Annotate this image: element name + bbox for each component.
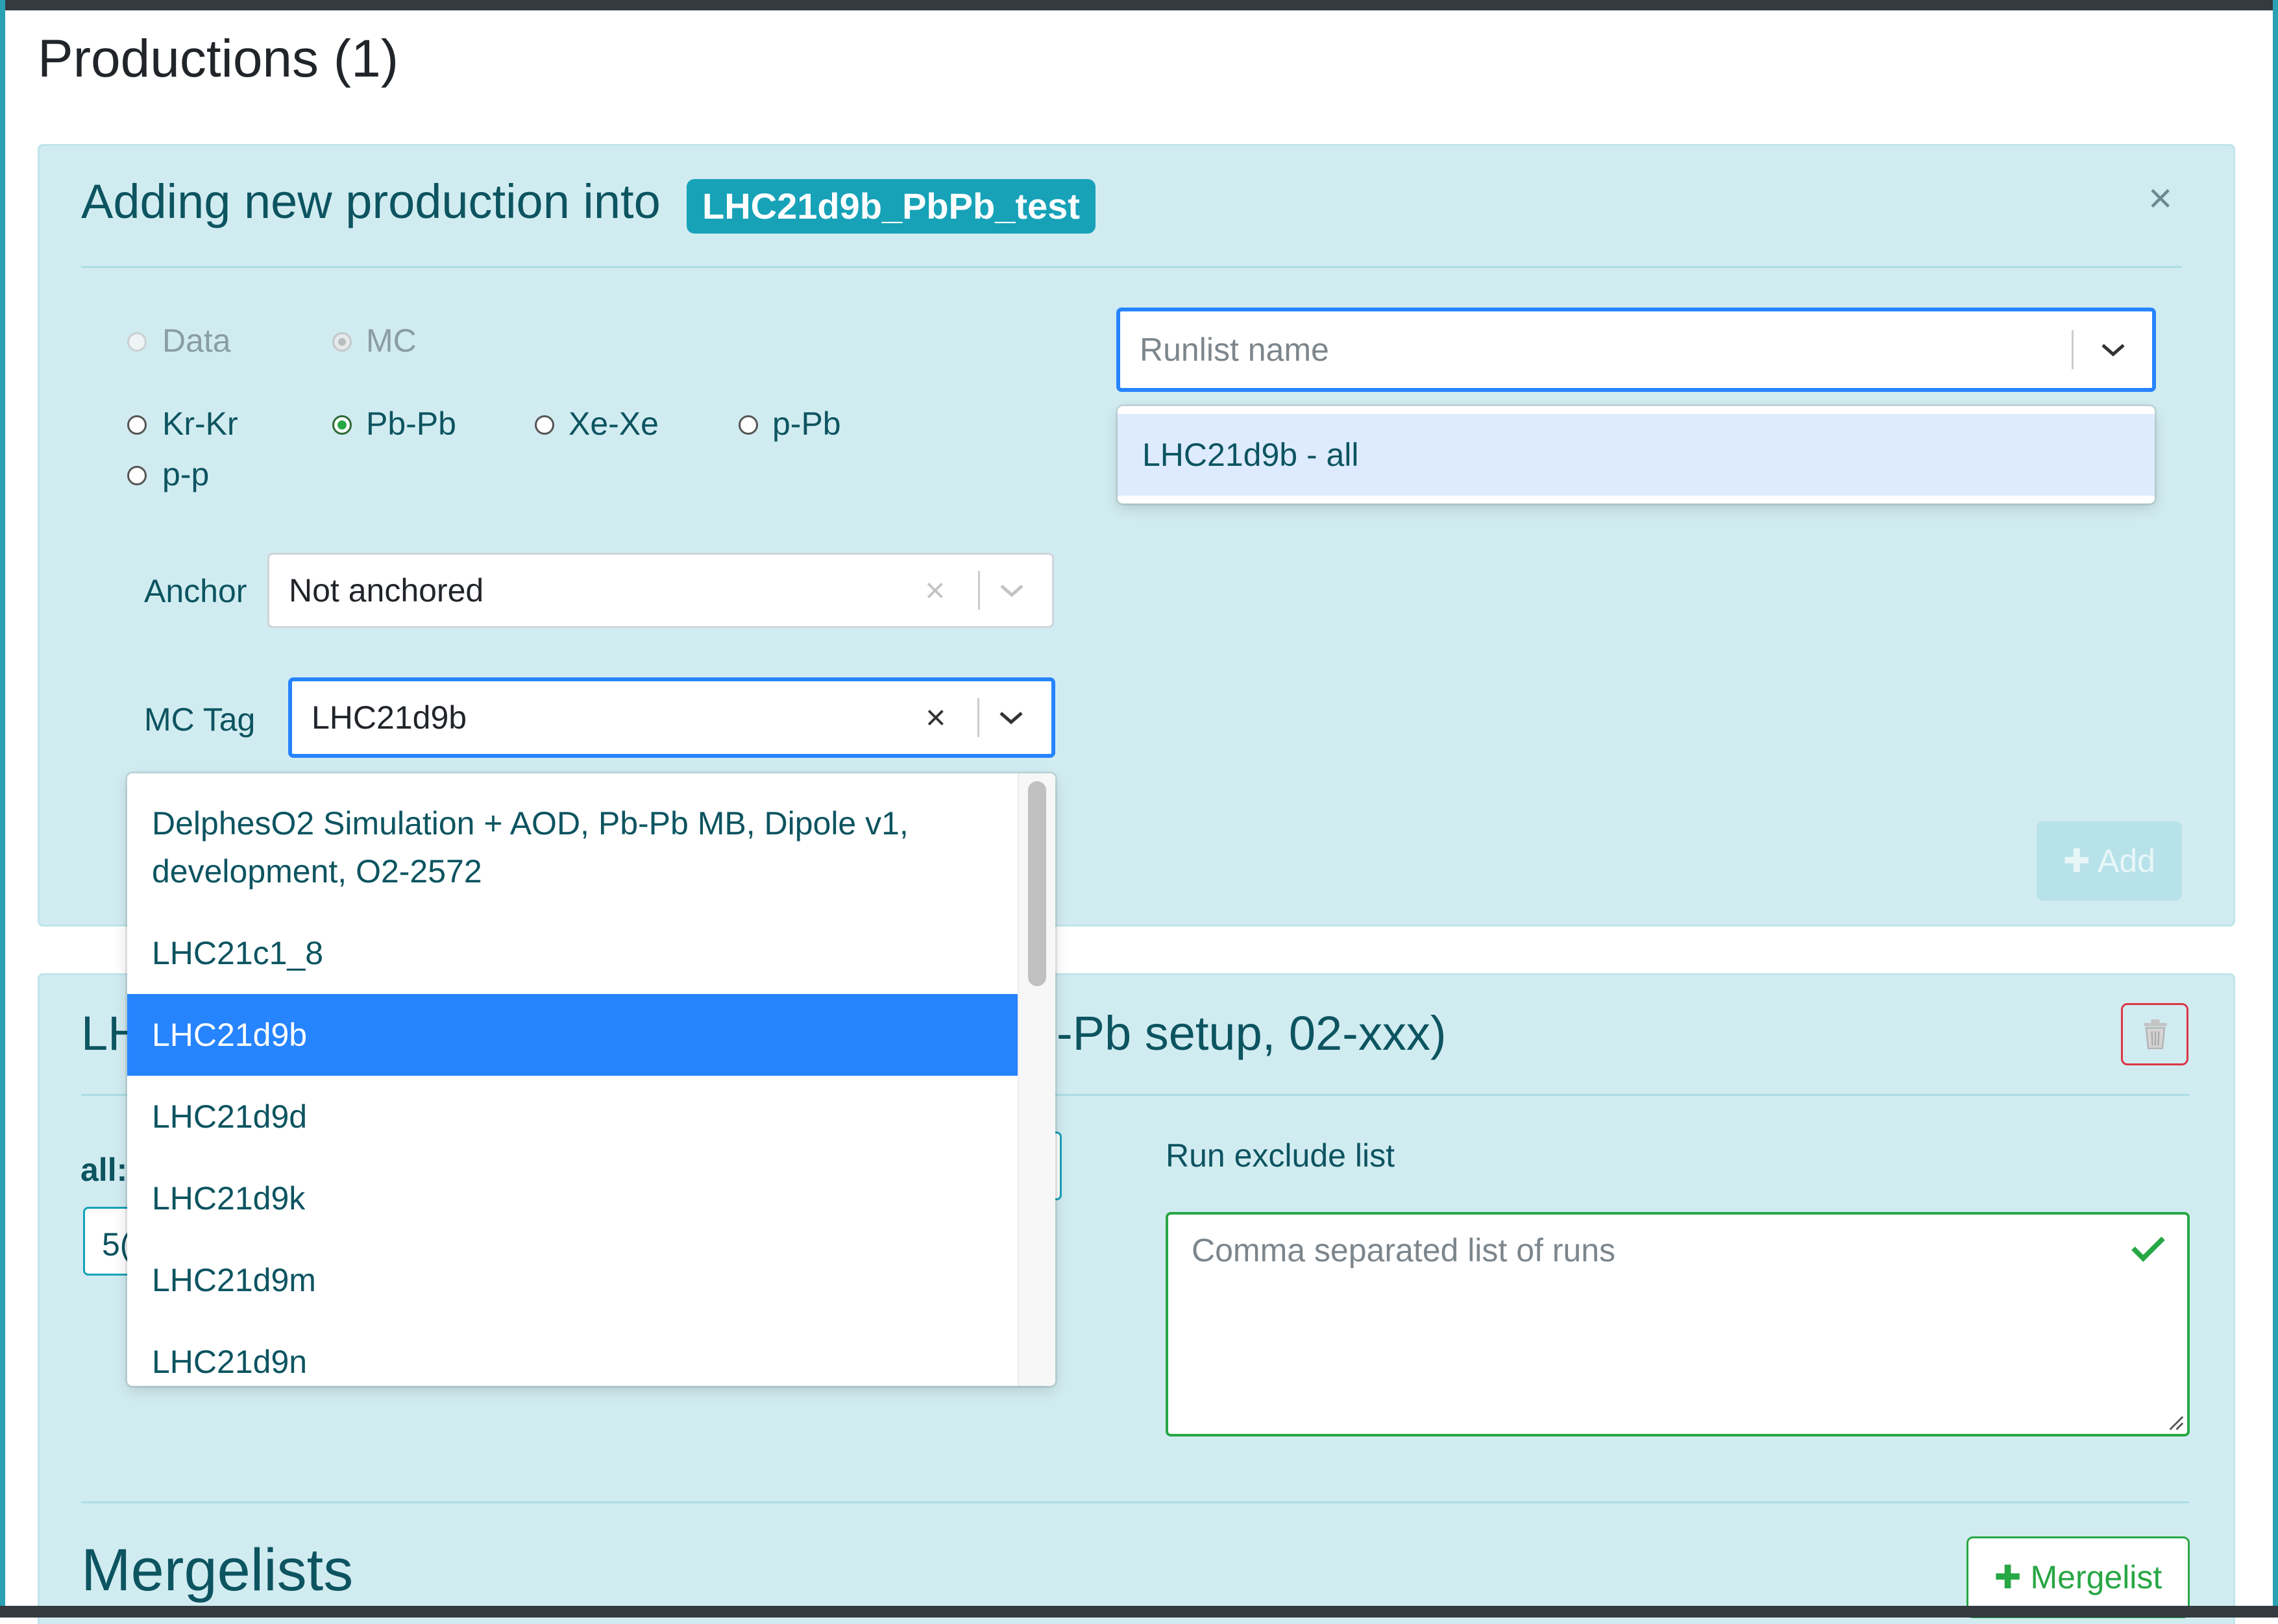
radio-mc-label: MC	[366, 322, 417, 359]
run-exclude-label: Run exclude list	[1166, 1137, 1395, 1174]
select-separator	[2072, 330, 2074, 369]
mc-tag-option[interactable]: LHC21d9n	[127, 1321, 1019, 1386]
radio-xe-xe[interactable]	[535, 415, 554, 435]
runs-label-partial: all:	[80, 1152, 128, 1188]
select-separator	[977, 698, 979, 737]
radio-p-p[interactable]	[127, 466, 147, 485]
clear-icon[interactable]: ×	[925, 570, 946, 611]
resize-handle-icon[interactable]	[2166, 1413, 2185, 1431]
window-left-edge	[0, 0, 5, 1618]
radio-pb-pb[interactable]	[332, 415, 352, 435]
radio-data-label: Data	[162, 322, 231, 359]
clear-icon[interactable]: ×	[925, 697, 946, 738]
trash-icon	[2144, 1019, 2167, 1049]
anchor-value: Not anchored	[289, 572, 484, 609]
window-right-edge	[2273, 0, 2278, 1618]
radio-kr-kr-label: Kr-Kr	[162, 406, 238, 442]
select-separator	[978, 571, 980, 610]
runlist-select[interactable]: Runlist name	[1116, 308, 2156, 392]
chevron-down-icon[interactable]	[997, 708, 1025, 727]
radio-data	[127, 332, 147, 352]
chevron-down-icon[interactable]	[2099, 340, 2127, 359]
radio-xe-xe-label: Xe-Xe	[569, 406, 659, 442]
run-exclude-input[interactable]: Comma separated list of runs	[1166, 1212, 2190, 1436]
section-divider	[81, 1501, 2189, 1503]
run-exclude-placeholder: Comma separated list of runs	[1192, 1232, 1616, 1268]
window-top-edge	[0, 0, 2278, 10]
mc-tag-menu: DelphesO2 Simulation + AOD, Pb-Pb MB, Di…	[127, 773, 1055, 1386]
delete-production-button[interactable]	[2121, 1003, 2188, 1065]
new-production-heading: Adding new production into	[81, 175, 661, 228]
mc-tag-select[interactable]: LHC21d9b ×	[288, 677, 1055, 758]
runs-input-value: 5(	[102, 1226, 131, 1263]
add-button[interactable]: ✚ Add	[2037, 821, 2182, 901]
app-frame: Productions (1) Adding new production in…	[0, 0, 2278, 1624]
radio-p-p-label: p-p	[162, 456, 210, 492]
mc-tag-option-selected[interactable]: LHC21d9b	[127, 994, 1019, 1076]
mc-tag-label: MC Tag	[144, 701, 256, 738]
page-title: Productions (1)	[38, 29, 399, 88]
mc-tag-option[interactable]: LHC21d9k	[127, 1157, 1019, 1239]
radio-kr-kr[interactable]	[127, 415, 147, 435]
card-divider	[81, 266, 2181, 268]
window-bottom-edge	[0, 1606, 2278, 1618]
radio-p-pb[interactable]	[739, 415, 758, 435]
mc-tag-value: LHC21d9b	[312, 699, 467, 736]
radio-pb-pb-label: Pb-Pb	[366, 406, 456, 442]
mc-tag-option[interactable]: LHC21c1_8	[127, 912, 1019, 994]
production-name-badge: LHC21d9b_PbPb_test	[687, 179, 1096, 234]
production-heading-end: -Pb setup, 02-xxx)	[1057, 1006, 1447, 1060]
close-icon[interactable]: ×	[2148, 174, 2172, 222]
runlist-placeholder: Runlist name	[1140, 332, 1329, 368]
runlist-option[interactable]: LHC21d9b - all	[1118, 414, 2155, 496]
runlist-menu: LHC21d9b - all	[1118, 406, 2155, 503]
mergelists-title: Mergelists	[81, 1537, 354, 1603]
mc-tag-option[interactable]: LHC21d9d	[127, 1076, 1019, 1157]
radio-mc	[332, 332, 352, 352]
anchor-label: Anchor	[144, 573, 247, 609]
anchor-select[interactable]: Not anchored ×	[267, 553, 1054, 628]
mc-tag-option[interactable]: DelphesO2 Simulation + AOD, Pb-Pb MB, Di…	[127, 799, 1019, 903]
chevron-down-icon[interactable]	[998, 581, 1026, 600]
check-icon	[2131, 1236, 2165, 1262]
scrollbar-thumb[interactable]	[1028, 781, 1046, 986]
mc-tag-menu-scrollbar[interactable]	[1018, 773, 1055, 1386]
radio-p-pb-label: p-Pb	[772, 406, 841, 442]
mc-tag-option[interactable]: LHC21d9m	[127, 1239, 1019, 1321]
